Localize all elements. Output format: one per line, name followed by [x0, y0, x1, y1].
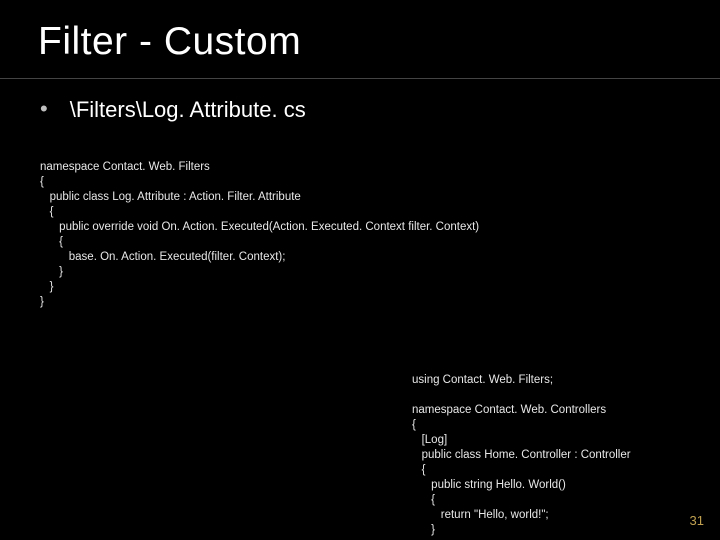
code-line: {: [412, 464, 425, 476]
code-line: {: [40, 206, 53, 218]
code-block-2: using Contact. Web. Filters; namespace C…: [412, 358, 631, 540]
code-line: {: [412, 419, 416, 431]
code-line: public class Log. Attribute : Action. Fi…: [40, 191, 301, 203]
bullet-text: \Filters\Log. Attribute. cs: [70, 97, 306, 123]
code-line: public string Hello. World(): [412, 479, 566, 491]
code-line: }: [412, 524, 435, 536]
code-line: public class Home. Controller : Controll…: [412, 449, 631, 461]
code-line: }: [40, 266, 63, 278]
code-line: [Log]: [412, 434, 447, 446]
slide-title: Filter - Custom: [0, 20, 720, 72]
page-number: 31: [690, 513, 704, 528]
code-line: using Contact. Web. Filters;: [412, 374, 553, 386]
code-line: namespace Contact. Web. Filters: [40, 161, 210, 173]
slide: Filter - Custom • \Filters\Log. Attribut…: [0, 0, 720, 540]
code-line: base. On. Action. Executed(filter. Conte…: [40, 251, 285, 263]
bullet-icon: •: [40, 97, 48, 121]
code-line: namespace Contact. Web. Controllers: [412, 404, 606, 416]
code-line: {: [40, 176, 44, 188]
code-line: }: [40, 281, 53, 293]
code-block-1: namespace Contact. Web. Filters { public…: [0, 145, 720, 325]
code-line: return "Hello, world!";: [412, 509, 549, 521]
code-line: }: [40, 296, 44, 308]
title-divider: [0, 78, 720, 79]
bullet-item: • \Filters\Log. Attribute. cs: [0, 97, 720, 123]
code-line: {: [412, 494, 435, 506]
code-line: public override void On. Action. Execute…: [40, 221, 479, 233]
code-line: {: [40, 236, 63, 248]
